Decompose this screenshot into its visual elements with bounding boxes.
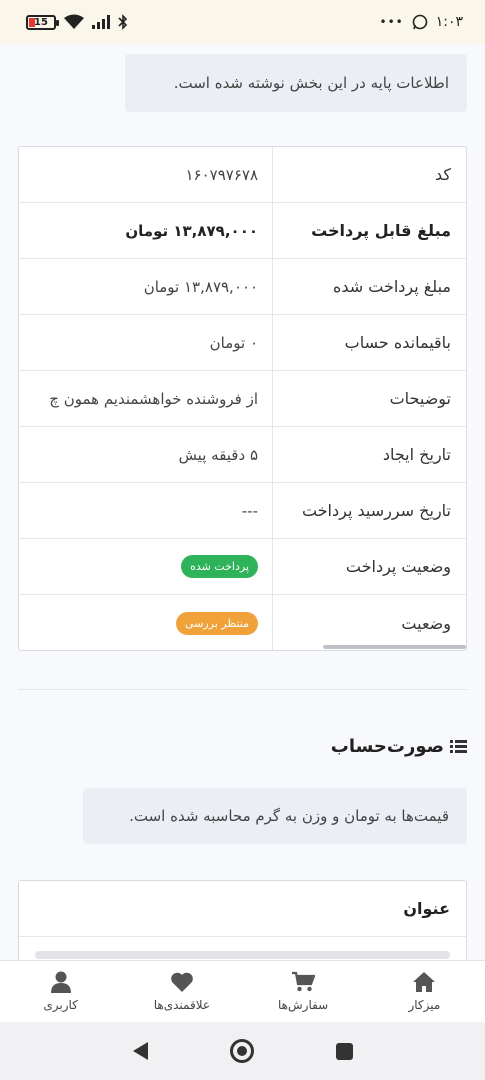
- system-nav-bar: [0, 1022, 485, 1080]
- row-value: ۱۳,۸۷۹,۰۰۰ تومان: [125, 221, 258, 240]
- battery-level: 15: [34, 16, 48, 28]
- home-circle-icon: [230, 1039, 255, 1063]
- invoice-note: قیمت‌ها به تومان و وزن به گرم محاسبه شده…: [83, 788, 467, 844]
- nav-item-dashboard[interactable]: میزکار: [369, 971, 479, 1012]
- table-row: کد ۱۶۰۷۹۷۶۷۸: [19, 147, 466, 203]
- bluetooth-icon: [118, 14, 128, 30]
- bottom-nav: میزکار سفارش‌ها علاقمندی‌ها کاربری: [0, 960, 485, 1022]
- row-label: باقیمانده حساب: [272, 315, 466, 370]
- row-label: مبلغ قابل پرداخت: [272, 203, 466, 258]
- row-value: منتظر بررسی: [19, 595, 272, 650]
- nav-item-account[interactable]: کاربری: [6, 971, 116, 1012]
- nav-label: کاربری: [43, 998, 78, 1012]
- battery-icon: 15: [26, 14, 59, 30]
- invoice-section-title: صورت‌حساب: [331, 736, 467, 757]
- back-icon: [133, 1042, 149, 1060]
- nav-label: سفارش‌ها: [278, 998, 329, 1012]
- table-row: باقیمانده حساب ۰ تومان: [19, 315, 466, 371]
- row-value: ۱۳,۸۷۹,۰۰۰ تومان: [143, 277, 258, 296]
- status-icons-right: ••• ۱:۰۳: [379, 14, 463, 30]
- list-icon: [450, 740, 467, 753]
- back-button[interactable]: [127, 1037, 155, 1065]
- recents-icon: [335, 1042, 353, 1060]
- status-bar: 15 ••• ۱:۰۳: [0, 0, 485, 44]
- table-row: وضعیت منتظر بررسی: [19, 595, 466, 650]
- row-value: پرداخت شده: [19, 539, 272, 594]
- row-value: ۱۶۰۷۹۷۶۷۸: [185, 165, 258, 184]
- wifi-icon: [64, 14, 84, 29]
- page-content: اطلاعات پایه در این بخش نوشته شده است. ک…: [0, 44, 485, 960]
- clock: ۱:۰۳: [435, 14, 463, 30]
- info-text: اطلاعات پایه در این بخش نوشته شده است.: [173, 74, 449, 92]
- payment-status-badge: پرداخت شده: [181, 555, 258, 578]
- nav-label: میزکار: [408, 998, 441, 1012]
- heart-icon: [171, 972, 193, 992]
- horizontal-scrollbar[interactable]: [323, 645, 466, 649]
- nav-label: علاقمندی‌ها: [153, 998, 211, 1012]
- invoice-table-header: عنوان: [19, 881, 466, 937]
- user-icon: [50, 971, 71, 993]
- home-button[interactable]: [228, 1037, 256, 1065]
- row-value: از فروشنده خواهشمندیم همون چ: [49, 389, 258, 408]
- table-row: وضعیت پرداخت پرداخت شده: [19, 539, 466, 595]
- row-value: ---: [241, 501, 258, 520]
- home-icon: [413, 972, 436, 992]
- row-label: وضعیت: [272, 595, 466, 650]
- table-row: تاریخ سررسید پرداخت ---: [19, 483, 466, 539]
- recents-button[interactable]: [330, 1037, 358, 1065]
- table-row: تاریخ ایجاد ۵ دقیقه پیش: [19, 427, 466, 483]
- invoice-table: عنوان: [18, 880, 467, 960]
- invoice-table-row-partial: [35, 951, 450, 959]
- invoice-note-text: قیمت‌ها به تومان و وزن به گرم محاسبه شده…: [129, 807, 449, 825]
- row-label: تاریخ ایجاد: [272, 427, 466, 482]
- signal-icon: [92, 15, 110, 29]
- row-label: مبلغ پرداخت شده: [272, 259, 466, 314]
- cart-icon: [292, 971, 316, 992]
- status-badge: منتظر بررسی: [176, 611, 258, 635]
- nav-item-orders[interactable]: سفارش‌ها: [248, 971, 358, 1012]
- table-row: مبلغ قابل پرداخت ۱۳,۸۷۹,۰۰۰ تومان: [19, 203, 466, 259]
- row-label: کد: [272, 147, 466, 202]
- row-label: وضعیت پرداخت: [272, 539, 466, 594]
- details-table: کد ۱۶۰۷۹۷۶۷۸ مبلغ قابل پرداخت ۱۳,۸۷۹,۰۰۰…: [18, 146, 467, 651]
- notification-dots: •••: [379, 15, 404, 29]
- row-value: ۰ تومان: [209, 333, 258, 352]
- whatsapp-icon: [412, 14, 428, 30]
- invoice-title-text: صورت‌حساب: [330, 736, 444, 757]
- table-row: مبلغ پرداخت شده ۱۳,۸۷۹,۰۰۰ تومان: [19, 259, 466, 315]
- status-icons-left: 15: [26, 14, 128, 30]
- section-divider: [18, 689, 467, 690]
- row-value: ۵ دقیقه پیش: [178, 445, 258, 464]
- nav-item-favorites[interactable]: علاقمندی‌ها: [127, 971, 237, 1012]
- info-box: اطلاعات پایه در این بخش نوشته شده است.: [125, 54, 467, 112]
- table-row: توضیحات از فروشنده خواهشمندیم همون چ: [19, 371, 466, 427]
- row-label: توضیحات: [272, 371, 466, 426]
- row-label: تاریخ سررسید پرداخت: [272, 483, 466, 538]
